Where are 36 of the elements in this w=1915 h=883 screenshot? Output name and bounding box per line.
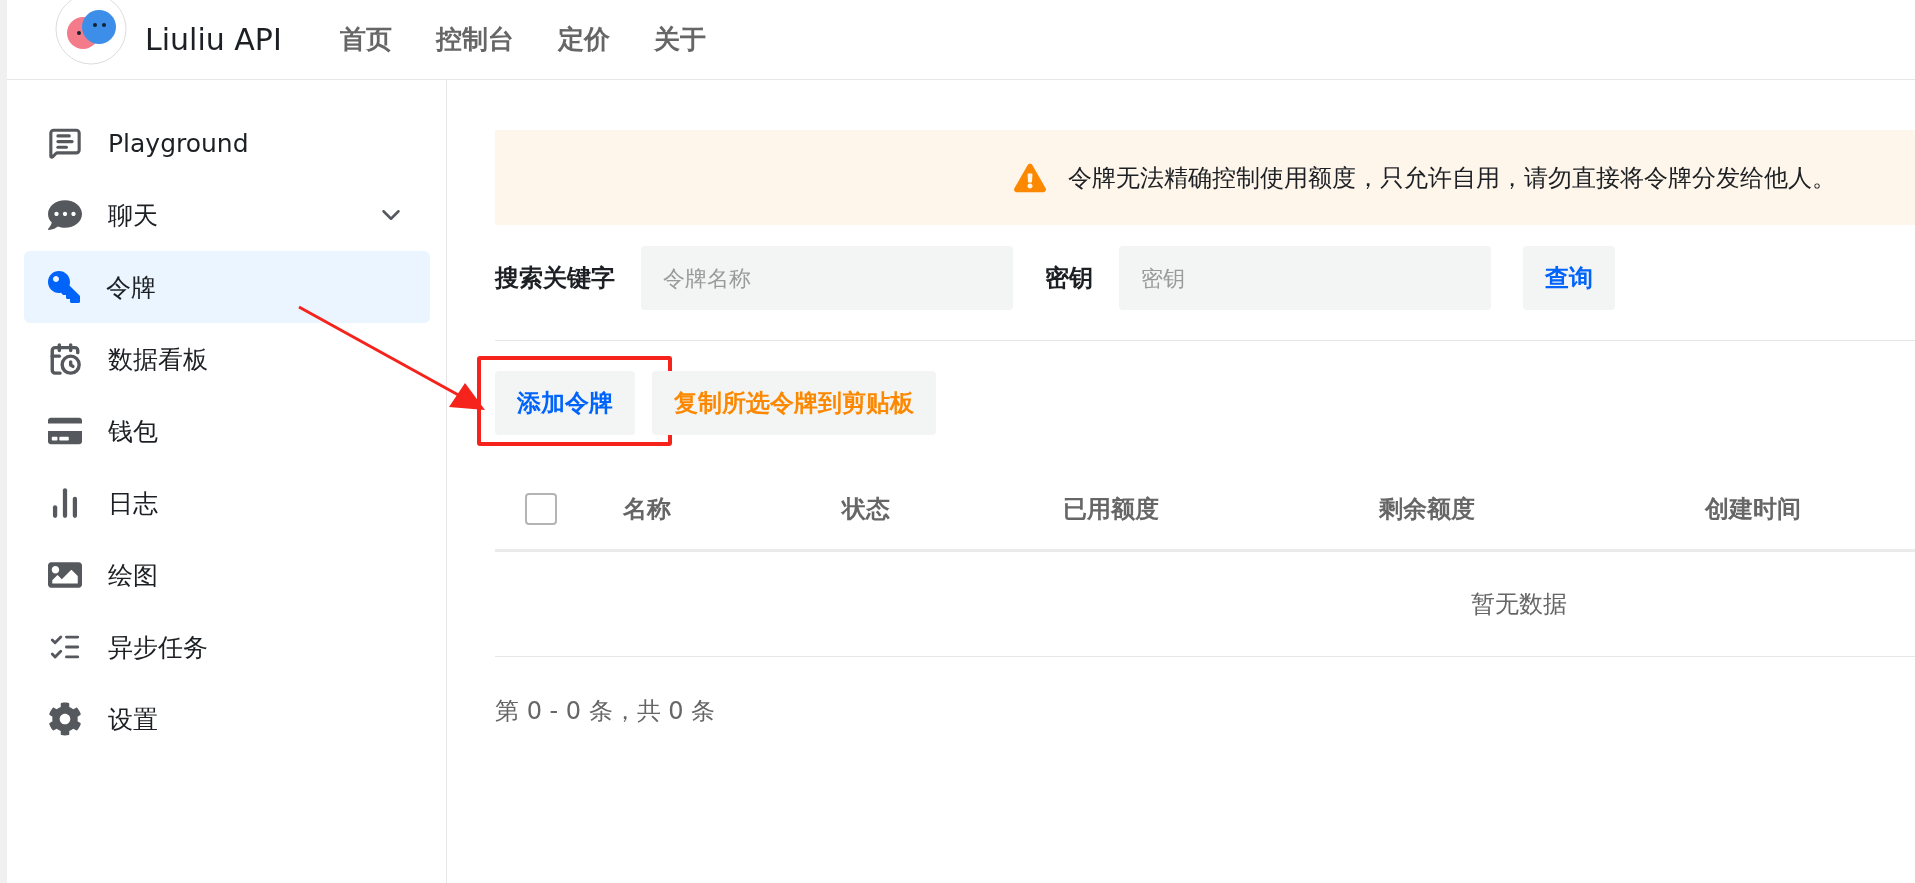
sidebar-item[interactable]: Playground: [24, 107, 430, 179]
chat-bubble-icon: [48, 198, 82, 232]
warning-text: 令牌无法精确控制使用额度，只允许自用，请勿直接将令牌分发给他人。: [1068, 162, 1836, 194]
nav-link[interactable]: 定价: [557, 22, 610, 57]
empty-text: 暂无数据: [1471, 589, 1567, 620]
sidebar-item[interactable]: 聊天: [24, 179, 430, 251]
column-header: 剩余额度: [1379, 494, 1476, 525]
query-button[interactable]: 查询: [1523, 246, 1615, 310]
warning-icon: [1014, 161, 1046, 194]
nav-link[interactable]: 首页: [339, 22, 392, 57]
sidebar-item[interactable]: 数据看板: [24, 323, 430, 395]
sidebar-item[interactable]: 令牌: [24, 251, 430, 323]
column-header: 名称: [623, 494, 672, 525]
sidebar-item[interactable]: 绘图: [24, 539, 430, 611]
sidebar-item[interactable]: 钱包: [24, 395, 430, 467]
key-icon: [48, 271, 80, 303]
logo-icon: [55, 0, 127, 65]
search-field[interactable]: 令牌名称: [641, 246, 1013, 310]
column-header: 创建时间: [1705, 494, 1802, 525]
settings-icon: [48, 702, 82, 736]
column-header: 状态: [842, 494, 891, 525]
search-field[interactable]: 密钥: [1119, 246, 1491, 310]
message-icon: [48, 126, 82, 160]
sidebar-item[interactable]: 日志: [24, 467, 430, 539]
field-label: 搜索关键字: [495, 263, 615, 294]
nav-link[interactable]: 控制台: [435, 22, 514, 57]
action-button[interactable]: 添加令牌: [495, 371, 635, 435]
sidebar-item[interactable]: 设置: [24, 683, 430, 755]
column-header: 已用额度: [1063, 494, 1160, 525]
calendar-clock-icon: [48, 342, 82, 376]
checkbox[interactable]: [525, 493, 557, 525]
pagination-text: 第 0 - 0 条，共 0 条: [495, 696, 717, 727]
field-label: 密钥: [1045, 263, 1093, 294]
sidebar-item[interactable]: 异步任务: [24, 611, 430, 683]
nav-link[interactable]: 关于: [653, 22, 706, 57]
brand-name: Liuliu API: [145, 22, 282, 57]
